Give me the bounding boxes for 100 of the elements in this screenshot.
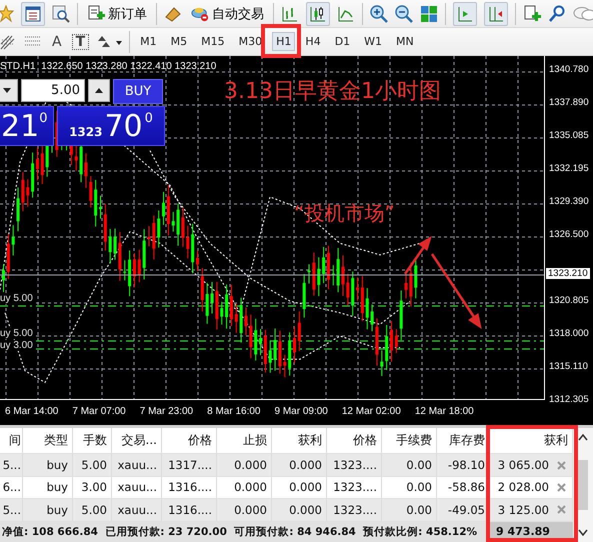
table-cell: 0.000 [272,476,327,498]
timeframe-tab[interactable]: M30 [234,32,266,51]
document-plus-icon [87,4,105,22]
table-cell: 5.00 [73,454,112,476]
candle [196,250,199,272]
timeframe-tab[interactable]: H4 [301,32,325,51]
zoom-out-icon[interactable] [395,4,413,22]
new-order-button[interactable]: 新订单 [85,4,149,22]
candle [142,228,146,280]
price-label: 1318.000 [549,328,589,339]
table-cell: 1317.... [162,454,217,476]
column-header[interactable]: 止损 [217,428,272,454]
table-cell: 5.00 [73,499,112,521]
timeframe-tab[interactable]: D1 [330,32,354,51]
table-cell: 2 028.00 [498,480,549,494]
table-cell: 3 065.00 [498,458,549,472]
candle [240,297,243,344]
lot-increase-button[interactable] [88,79,110,102]
timeframe-tab[interactable]: MN [392,32,418,51]
timeframe-tab[interactable]: W1 [360,32,386,51]
table-cell: 3.00 [73,476,112,498]
order-label: uy 3.00 [0,340,33,351]
candle [26,178,30,208]
candle [254,318,258,362]
timeframe-tab[interactable]: M15 [197,32,229,51]
star-icon[interactable] [0,4,14,22]
tile-windows-icon[interactable] [420,4,438,22]
price-label: 1326.500 [549,229,589,240]
candle [414,258,418,299]
column-header[interactable]: 价格 [327,428,382,454]
price-label: 1315.110 [549,361,588,372]
table-cell: 0.00 [382,454,437,476]
scrollbar-thumb[interactable] [578,460,588,510]
buy-price-button[interactable]: 1323 70$^{0}$ [57,106,165,146]
column-header[interactable]: 价格 [162,428,217,454]
hat-icon [191,4,209,22]
magnifier-icon[interactable] [52,4,70,22]
table-cell: 6... [0,476,23,498]
candle [400,290,403,341]
candle [317,256,320,297]
price-label: 1337.890 [549,97,589,108]
time-label: 12 Mar 02:00 [342,405,401,418]
candle [390,320,393,362]
bar-chart-icon[interactable] [281,4,299,22]
buy-button[interactable]: BUY [113,79,163,104]
auto-scroll-button[interactable] [453,2,477,26]
candle [74,145,78,172]
caret-icon[interactable] [578,434,588,441]
current-price-label: 1323.210 [546,268,590,279]
chat-icon[interactable] [573,4,593,22]
candle [123,260,126,281]
time-label: 7 Mar 23:00 [140,405,194,418]
column-header[interactable]: 获利 [272,428,327,454]
price-label: 1335.085 [549,130,589,141]
label-tool-button[interactable]: T [72,34,90,50]
caret-icon [95,88,103,93]
candlestick-button[interactable] [306,2,330,26]
time-label: 12 Mar 18:00 [414,405,474,418]
table-cell: xauu... [112,454,162,476]
candle [206,282,209,324]
line-chart-icon[interactable] [337,4,355,22]
lot-field[interactable]: 5.00 [21,79,85,102]
column-header[interactable]: 手续费 [382,428,437,454]
candle [138,249,141,283]
auto-trading-button[interactable]: 自动交易 [189,4,266,22]
caret-icon [3,88,11,93]
market-watch-button[interactable] [21,2,45,26]
order-label: uy 5.00 [0,328,33,339]
column-header[interactable]: 库存费 [437,428,490,454]
table-cell: xauu... [112,499,162,521]
symbol-info: STD.H1 1322.650 1323.280 1322.410 1323.210 [0,61,216,72]
column-header[interactable]: 手数 [73,428,112,454]
table-cell: 0.00 [382,499,437,521]
timeframe-tab[interactable]: M1 [136,32,161,51]
chart-shift-button[interactable] [484,2,508,26]
close-icon[interactable] [557,482,566,492]
column-header[interactable]: 交易... [112,428,162,454]
text-tool-button[interactable]: A [48,34,66,50]
table-cell: 5... [0,454,23,476]
table-cell: 5... [0,499,23,521]
scroll-icon[interactable] [164,4,182,22]
new-document-icon[interactable] [523,4,541,22]
candle [152,215,156,260]
caret-icon[interactable] [578,529,588,536]
candle [172,211,175,232]
lot-decrease-button[interactable] [0,79,18,102]
timeframe-tab[interactable]: M5 [166,32,192,51]
candle [12,224,15,256]
table-cell: -58.86 [437,476,490,498]
candle [148,226,150,247]
search-icon[interactable] [548,4,566,22]
candle [244,306,248,336]
timeframe-tab[interactable]: H1 [272,32,296,51]
sell-price-button[interactable]: 21$^{0}$ [0,106,54,146]
table-cell: 0.000 [217,499,272,521]
price-label: 1312.305 [549,394,589,405]
column-header[interactable]: 间 [0,428,23,454]
table-cell: xauu... [112,476,162,498]
column-header[interactable]: 类型 [23,428,73,454]
zoom-in-icon[interactable] [370,4,388,22]
